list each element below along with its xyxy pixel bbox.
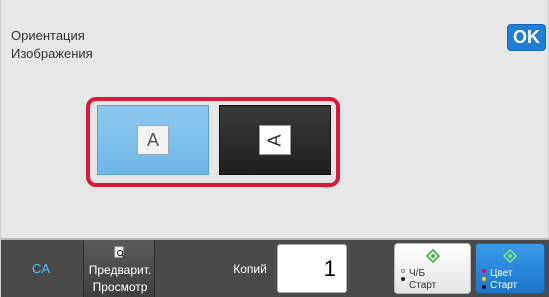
portrait-orientation-button[interactable]: A <box>97 105 209 175</box>
bw-start-line-1: Ч/Б <box>409 268 426 279</box>
color-start-line-2: Старт <box>490 280 518 291</box>
bw-start-label: Ч/Б Старт <box>409 268 436 292</box>
copies-input[interactable]: 1 <box>277 244 347 293</box>
color-start-line-1: Цвет <box>490 268 513 279</box>
color-indicator-dots <box>482 269 486 293</box>
diamond-start-icon <box>502 248 518 268</box>
landscape-glyph: A <box>264 133 285 147</box>
magnifier-document-icon <box>114 246 126 263</box>
bottom-toolbar: CA Предварит. Просмотр Копий 1 Ч/Б Старт… <box>1 238 549 297</box>
title-line-1: Ориентация <box>11 28 85 43</box>
landscape-orientation-button[interactable]: A <box>219 105 331 175</box>
color-start-label: Цвет Старт <box>490 268 517 292</box>
portrait-glyph: A <box>146 129 159 150</box>
portrait-document-icon: A <box>137 125 169 155</box>
preview-label-line-1: Предварит. <box>88 263 152 277</box>
ok-button[interactable]: OK <box>507 24 546 51</box>
color-start-button[interactable]: Цвет Старт <box>475 243 545 294</box>
preview-button[interactable]: Предварит. Просмотр <box>83 240 155 297</box>
bw-start-button[interactable]: Ч/Б Старт <box>394 243 471 294</box>
copies-label: Копий <box>233 261 267 276</box>
preview-label: Предварит. Просмотр <box>84 262 156 296</box>
bw-start-line-2: Старт <box>409 280 437 291</box>
bw-indicator-dots <box>401 269 405 285</box>
landscape-document-icon: A <box>259 125 291 155</box>
page-title: Ориентация Изображения <box>11 27 93 63</box>
orientation-screen: Ориентация Изображения OK A A CA Предвар… <box>0 0 549 297</box>
ca-button[interactable]: CA <box>11 240 71 297</box>
preview-label-line-2: Просмотр <box>92 280 148 294</box>
title-line-2: Изображения <box>11 46 93 61</box>
diamond-start-icon <box>425 248 440 268</box>
